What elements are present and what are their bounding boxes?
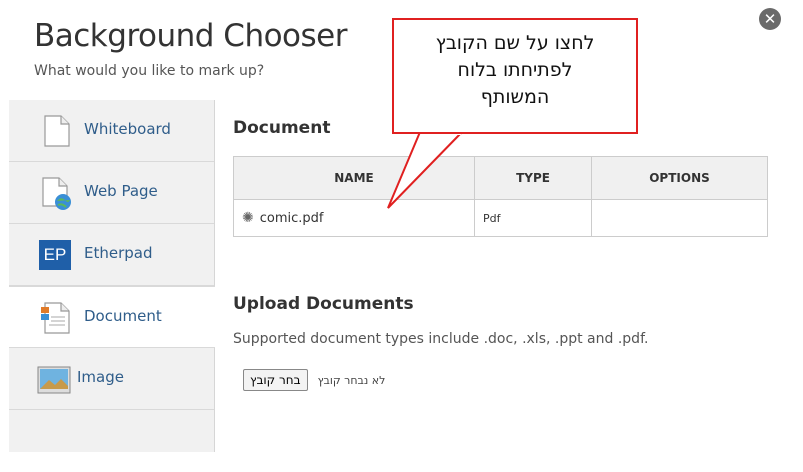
callout-line: לחצו על שם הקובץ (435, 32, 595, 54)
file-name-link[interactable]: comic.pdf (260, 211, 324, 226)
no-file-chosen-label: לא נבחר קובץ (317, 373, 386, 387)
page-icon (44, 115, 70, 147)
background-chooser-dialog: ✕ Background Chooser What would you like… (0, 0, 803, 452)
column-header-options[interactable]: OPTIONS (591, 156, 768, 200)
ep-icon: EP (39, 240, 71, 270)
sidebar-item-label: Document (84, 307, 162, 325)
document-table: NAME TYPE OPTIONS ✺ comic.pdf Pdf (233, 156, 768, 237)
document-heading: Document (233, 118, 331, 138)
file-upload-control: בחר קובץ לא נבחר קובץ (243, 369, 385, 391)
callout-line: לפתיחתו בלוח (457, 59, 573, 81)
upload-heading: Upload Documents (233, 294, 414, 314)
callout-box: לחצו על שם הקובץ לפתיחתו בלוח המשותף (392, 18, 638, 134)
sidebar-item-label: Web Page (84, 182, 158, 200)
choose-file-button[interactable]: בחר קובץ (243, 369, 308, 391)
sidebar-item-label: Image (77, 368, 124, 386)
globe-page-icon (42, 177, 71, 210)
sidebar: Whiteboard Web Page EP Etherpad Document… (9, 100, 215, 452)
file-type-cell: Pdf (474, 199, 592, 237)
sidebar-item-label: Whiteboard (84, 120, 171, 138)
dialog-subtitle: What would you like to mark up? (34, 63, 265, 79)
column-header-type[interactable]: TYPE (474, 156, 592, 200)
sidebar-item-document[interactable]: Document (9, 286, 215, 348)
callout-line: המשותף (480, 86, 550, 108)
table-row: ✺ comic.pdf Pdf (233, 199, 768, 237)
callout-pointer (387, 131, 463, 209)
dialog-title: Background Chooser (34, 18, 348, 54)
document-icon (41, 302, 70, 334)
image-icon (37, 366, 71, 394)
sidebar-item-image[interactable]: Image (9, 348, 214, 410)
supported-types-note: Supported document types include .doc, .… (233, 331, 649, 347)
file-options-cell (591, 199, 768, 237)
loading-spinner-icon: ✺ (242, 210, 254, 226)
sidebar-item-whiteboard[interactable]: Whiteboard (9, 100, 214, 162)
sidebar-empty-slot (9, 410, 214, 472)
sidebar-item-etherpad[interactable]: EP Etherpad (9, 224, 214, 286)
close-icon[interactable]: ✕ (759, 8, 781, 30)
sidebar-item-label: Etherpad (84, 244, 153, 262)
sidebar-item-web-page[interactable]: Web Page (9, 162, 214, 224)
